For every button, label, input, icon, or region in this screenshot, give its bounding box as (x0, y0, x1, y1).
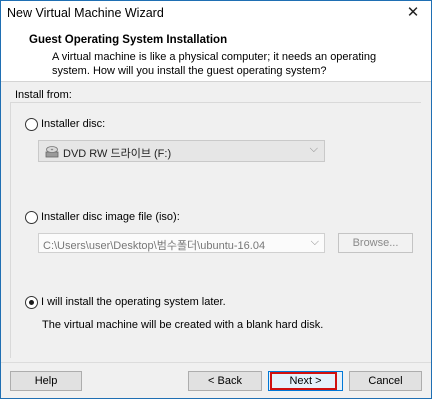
disc-drive-value: DVD RW 드라이브 (F:) (63, 148, 172, 160)
browse-button: Browse... (338, 233, 413, 253)
chevron-down-icon: ⌵ (308, 236, 319, 249)
disc-drive-select: DVD RW 드라이브 (F:) ⌵ (38, 140, 325, 162)
iso-file-label[interactable]: Installer disc image file (iso): (41, 211, 180, 223)
install-later-label[interactable]: I will install the operating system late… (41, 296, 226, 308)
install-later-radio[interactable] (25, 296, 38, 309)
iso-file-radio[interactable] (25, 211, 38, 224)
help-button[interactable]: Help (10, 371, 82, 391)
disc-drive-icon (45, 146, 59, 158)
installer-disc-radio[interactable] (25, 118, 38, 131)
install-from-label: Install from: (15, 89, 72, 101)
chevron-down-icon: ⌵ (309, 143, 318, 155)
installer-disc-label[interactable]: Installer disc: (41, 118, 105, 130)
next-button[interactable]: Next > (268, 371, 343, 391)
window-title: New Virtual Machine Wizard (7, 6, 164, 20)
red-highlight-box (270, 372, 337, 390)
iso-path-value: C:\Users\user\Desktop\범수폴더\ubuntu-16.04 (43, 240, 266, 252)
wizard-window: New Virtual Machine Wizard ✕ Guest Opera… (0, 0, 432, 399)
cancel-button[interactable]: Cancel (349, 371, 422, 391)
iso-path-select: C:\Users\user\Desktop\범수폴더\ubuntu-16.04 … (38, 233, 325, 253)
back-button[interactable]: < Back (188, 371, 262, 391)
page-description: A virtual machine is like a physical com… (52, 51, 377, 77)
close-icon[interactable]: ✕ (405, 4, 421, 22)
title-bar: New Virtual Machine Wizard ✕ (1, 1, 431, 27)
wizard-header: Guest Operating System Installation A vi… (1, 27, 431, 82)
footer-divider (1, 362, 431, 363)
install-later-note: The virtual machine will be created with… (42, 319, 324, 331)
page-title: Guest Operating System Installation (29, 34, 228, 46)
